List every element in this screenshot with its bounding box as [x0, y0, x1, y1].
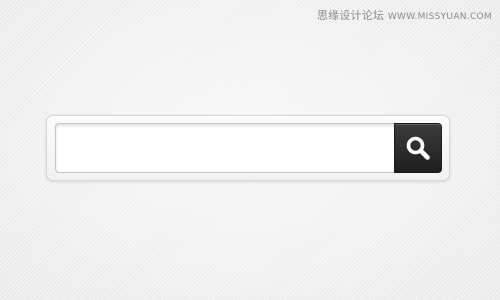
search-icon: [406, 136, 430, 160]
watermark: 思缘设计论坛 WWW.MISSYUAN.COM: [317, 7, 492, 23]
search-button[interactable]: [394, 123, 442, 173]
watermark-site: WWW.MISSYUAN.COM: [387, 12, 492, 22]
watermark-text: 思缘设计论坛: [316, 9, 385, 22]
search-bar: [46, 115, 450, 181]
search-input[interactable]: [55, 123, 397, 173]
